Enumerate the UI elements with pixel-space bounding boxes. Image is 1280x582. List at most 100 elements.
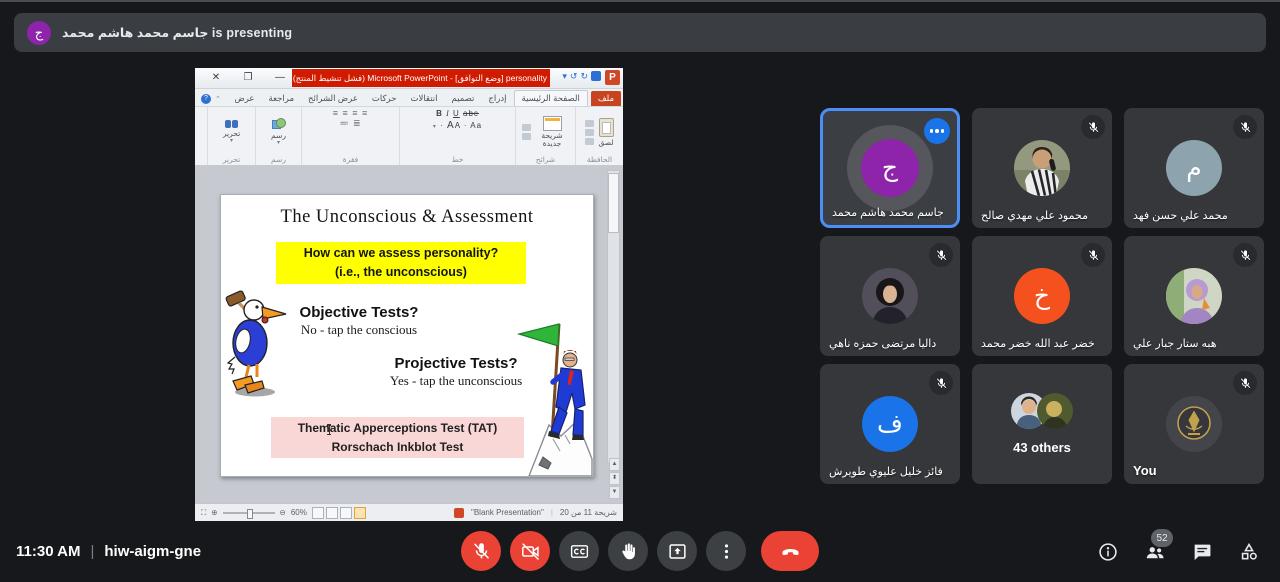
captions-button[interactable]	[559, 531, 599, 571]
participant-count-badge: 52	[1151, 529, 1173, 547]
participant-name: محمد علي حسن فهد	[1133, 209, 1228, 222]
ppt-tab-3: تصميم	[445, 91, 482, 106]
fit-to-window-icon: ⛶	[201, 508, 206, 518]
participant-tile-8[interactable]: You	[1124, 364, 1264, 484]
ppt-tab-5: حركات	[365, 91, 404, 106]
slide-title: The Unconscious & Assessment	[221, 207, 593, 228]
participant-name: 43 others	[1013, 440, 1071, 455]
zoom-slider	[223, 512, 275, 514]
present-now-button[interactable]	[657, 531, 697, 571]
participant-tile-4[interactable]: خخضر عبد الله خضر محمد	[972, 236, 1112, 356]
clipboard-mini-icons	[585, 120, 594, 145]
slides-mini-icons	[522, 124, 531, 140]
more-options-button[interactable]	[706, 531, 746, 571]
mic-off-icon	[1081, 243, 1105, 267]
clock-time: 11:30 AM	[16, 543, 80, 560]
slideshow-view-icon	[354, 507, 366, 519]
ppt-status-bar: ⛶ ⊕ ⊖ 60% "Blank Presentation" | شريحة 1…	[195, 503, 623, 521]
ppt-tab-6: عرض الشرائح	[301, 91, 365, 106]
minimize-ribbon-icon: ⌃	[215, 95, 221, 103]
projective-tests-block: Projective Tests? Yes - tap the unconsci…	[367, 355, 545, 389]
meeting-details-button[interactable]	[1097, 541, 1119, 563]
next-slide-icon: ▼	[609, 486, 620, 499]
ppt-vertical-scrollbar	[607, 170, 620, 463]
normal-view-icon	[312, 507, 324, 519]
view-mode-icons	[312, 507, 366, 519]
ribbon-group-clipboard: لصق الحافظة	[575, 107, 623, 165]
slide-pink-highlight: Thematic Apperceptions Test (TAT) Rorsch…	[271, 417, 524, 458]
ppt-window-title: personality [وضع التوافق] - Microsoft Po…	[292, 69, 550, 87]
ribbon-group-drawing: رسم ▾ رسم	[255, 107, 301, 165]
text-cursor	[325, 424, 333, 435]
undo-icon: ↺	[570, 71, 578, 82]
meeting-code: hiw-aigm-gne	[104, 543, 201, 560]
avatar-letter: ج	[861, 139, 919, 197]
participant-name: هبه ستار جبار علي	[1133, 337, 1217, 350]
participant-grid: ججاسم محمد هاشم محمدمحمود علي مهدي صالحم…	[820, 108, 1264, 484]
theme-name: "Blank Presentation"	[471, 508, 544, 517]
avatar-duo	[1011, 393, 1073, 434]
ribbon-group-paragraph: ≡ ≡ ≡ ≡ ≣ ≔ فقرة	[301, 107, 399, 165]
participant-tile-2[interactable]: م محمد علي حسن فهد	[1124, 108, 1264, 228]
editing-button: تحرير ▾	[223, 120, 240, 144]
participant-name: خضر عبد الله خضر محمد	[981, 337, 1095, 350]
avatar-letter: م	[1166, 140, 1222, 196]
meta-separator: |	[90, 543, 94, 560]
mic-off-icon	[929, 371, 953, 395]
ppt-slide-nav-buttons: ▲ ⬍ ▼	[609, 458, 620, 499]
new-slide-button: شريحة جديدة	[535, 116, 569, 148]
presenting-suffix: is presenting	[212, 26, 292, 40]
save-icon	[591, 71, 601, 81]
slide-canvas: The Unconscious & Assessment How can we …	[220, 194, 594, 477]
meet-app: ج جاسم محمد هاشم محمد is presenting ✕ ❐ …	[0, 0, 1280, 582]
participant-name: جاسم محمد هاشم محمد	[832, 206, 944, 219]
font-buttons-row2: AA · Aa · ▾	[433, 120, 482, 131]
avatar-photo	[1166, 268, 1222, 324]
show-everyone-button[interactable]: 52	[1144, 541, 1166, 563]
ppt-titlebar: ✕ ❐ — personality [وضع التوافق] - Micros…	[195, 68, 623, 89]
participant-tile-6[interactable]: ففائز خليل عليوي طويرش	[820, 364, 960, 484]
mic-off-icon	[1233, 243, 1257, 267]
ribbon-group-editing: تحرير ▾ تحرير	[207, 107, 255, 165]
leave-call-button[interactable]	[761, 531, 819, 571]
zoom-level: 60%	[291, 508, 307, 517]
participant-tile-7[interactable]: 43 others	[972, 364, 1112, 484]
camera-off-button[interactable]	[510, 531, 550, 571]
zoom-in-icon: ⊕	[211, 508, 217, 517]
participant-tile-0[interactable]: ج جاسم محمد هاشم محمد	[820, 108, 960, 228]
participant-name: داليا مرتضى حمزه ناهي	[829, 337, 936, 350]
ppt-close-icon: ✕	[203, 68, 229, 88]
bottom-bar: 11:30 AM | hiw-aigm-gne 52	[0, 521, 1280, 582]
mic-off-icon	[929, 243, 953, 267]
paragraph-buttons-row1: ≡ ≡ ≡ ≡	[333, 109, 369, 118]
help-icon: ?	[201, 94, 211, 104]
ppt-ribbon-tabs: ملفالصفحة الرئيسيةإدراجتصميمانتقالاتحركا…	[195, 89, 623, 107]
chat-button[interactable]	[1191, 541, 1213, 563]
ppt-quick-access-toolbar: ▾ ↺ ↻	[562, 71, 601, 82]
microphone-off-button[interactable]	[461, 531, 501, 571]
redo-icon: ↻	[580, 71, 588, 82]
panel-toggles: 52	[1097, 541, 1260, 563]
powerpoint-logo-icon: P	[605, 70, 620, 85]
ppt-tab-7: مراجعة	[262, 91, 302, 106]
participant-tile-1[interactable]: محمود علي مهدي صالح	[972, 108, 1112, 228]
activities-button[interactable]	[1238, 541, 1260, 563]
presenter-avatar: ج	[27, 21, 51, 45]
shared-screen-powerpoint[interactable]: ✕ ❐ — personality [وضع التوافق] - Micros…	[195, 68, 623, 521]
tile-more-options-button[interactable]	[924, 118, 950, 144]
ppt-workspace: The Unconscious & Assessment How can we …	[195, 166, 623, 503]
meeting-meta: 11:30 AM | hiw-aigm-gne	[16, 543, 201, 560]
avatar-ring: ج	[847, 125, 933, 211]
raise-hand-button[interactable]	[608, 531, 648, 571]
participant-tile-3[interactable]: داليا مرتضى حمزه ناهي	[820, 236, 960, 356]
mic-off-icon	[1081, 115, 1105, 139]
avatar-photo	[1014, 140, 1070, 196]
participant-tile-5[interactable]: هبه ستار جبار علي	[1124, 236, 1264, 356]
presenting-text: جاسم محمد هاشم محمد is presenting	[62, 25, 292, 40]
call-controls	[461, 531, 819, 571]
clipboard-icon	[599, 118, 614, 137]
ribbon-group-font: B I U abc AA · Aa · ▾ خط	[399, 107, 515, 165]
presenting-banner: ج جاسم محمد هاشم محمد is presenting	[14, 13, 1266, 52]
ppt-tab-4: انتقالات	[403, 91, 444, 106]
ppt-tab-0: ملف	[591, 91, 621, 106]
